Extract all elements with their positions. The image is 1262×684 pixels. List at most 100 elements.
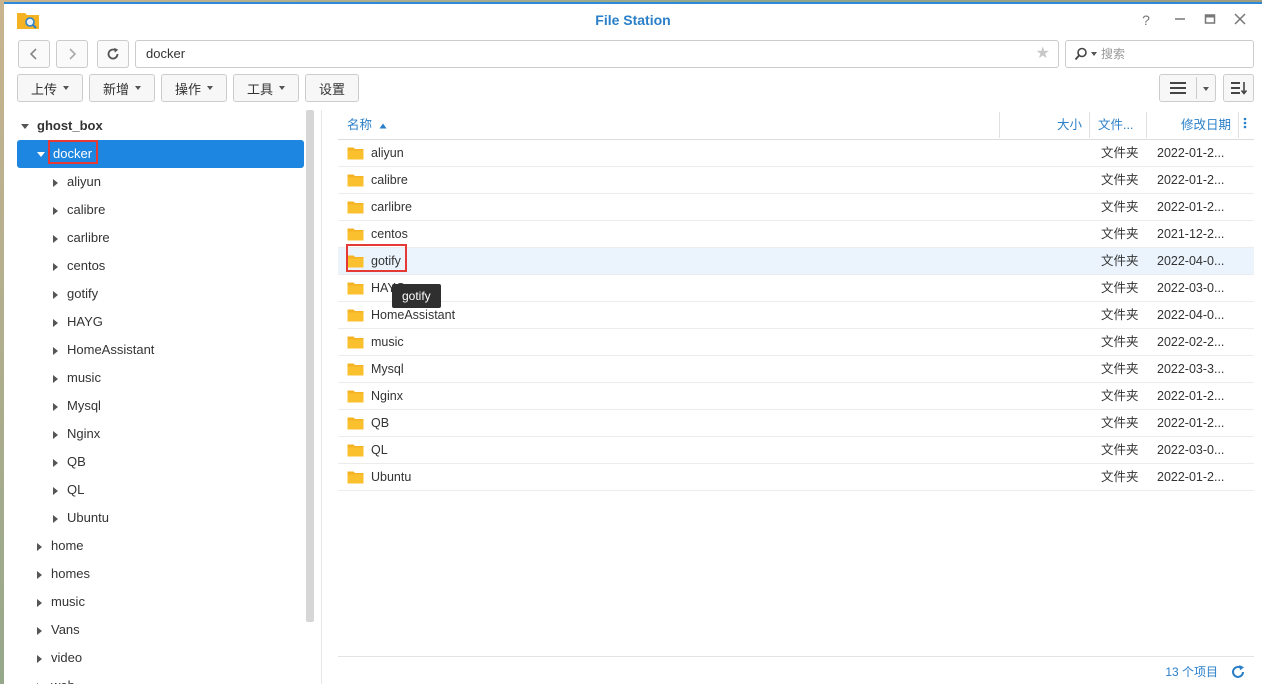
file-modified: 2022-01-2... <box>1157 470 1225 484</box>
file-row-music[interactable]: music 文件夹 2022-02-2... <box>338 329 1254 356</box>
tree-item-video[interactable]: video <box>37 644 82 672</box>
caret-collapsed-icon <box>53 262 58 271</box>
folder-icon <box>347 174 364 187</box>
tree-item-qb[interactable]: QB <box>53 448 86 476</box>
sort-button[interactable] <box>1223 74 1254 102</box>
file-modified: 2022-03-0... <box>1157 281 1225 295</box>
file-row-carlibre[interactable]: carlibre 文件夹 2022-01-2... <box>338 194 1254 221</box>
file-row-homeassistant[interactable]: HomeAssistant 文件夹 2022-04-0... <box>338 302 1254 329</box>
column-header-name[interactable]: 名称 <box>347 110 387 140</box>
caret-down-icon <box>135 86 141 90</box>
tree-item-centos[interactable]: centos <box>53 252 105 280</box>
tree-item-homeassistant[interactable]: HomeAssistant <box>53 336 154 364</box>
create-button[interactable]: 新增 <box>89 74 155 102</box>
sidebar-scrollbar[interactable] <box>306 110 314 622</box>
star-icon[interactable]: ★ <box>1036 41 1050 67</box>
file-modified: 2022-03-3... <box>1157 362 1225 376</box>
maximize-icon[interactable] <box>1200 10 1220 30</box>
tree-item-ql[interactable]: QL <box>53 476 84 504</box>
file-row-ubuntu[interactable]: Ubuntu 文件夹 2022-01-2... <box>338 464 1254 491</box>
caret-collapsed-icon <box>53 458 58 467</box>
file-row-hayg[interactable]: HAYG 文件夹 2022-03-0... <box>338 275 1254 302</box>
refresh-list-icon[interactable] <box>1230 664 1246 680</box>
search-options-caret-icon[interactable] <box>1091 52 1097 56</box>
action-button[interactable]: 操作 <box>161 74 227 102</box>
file-row-centos[interactable]: centos 文件夹 2021-12-2... <box>338 221 1254 248</box>
file-row-qb[interactable]: QB 文件夹 2022-01-2... <box>338 410 1254 437</box>
settings-button[interactable]: 设置 <box>305 74 359 102</box>
folder-icon <box>347 417 364 430</box>
file-type: 文件夹 <box>1101 308 1139 322</box>
file-type: 文件夹 <box>1101 281 1139 295</box>
highlight-box-gotify <box>346 244 407 272</box>
file-row-calibre[interactable]: calibre 文件夹 2022-01-2... <box>338 167 1254 194</box>
tree-item-web[interactable]: web <box>37 672 75 684</box>
tree-item-mysql[interactable]: Mysql <box>53 392 101 420</box>
tree-item-vans[interactable]: Vans <box>37 616 80 644</box>
file-row-aliyun[interactable]: aliyun 文件夹 2022-01-2... <box>338 140 1254 167</box>
tree-item-label: QB <box>67 454 86 469</box>
tree-item-label: web <box>51 678 75 684</box>
column-header-size[interactable]: 大小 <box>1000 110 1082 140</box>
view-options-caret-icon[interactable] <box>1203 87 1209 91</box>
upload-button[interactable]: 上传 <box>17 74 83 102</box>
caret-collapsed-icon <box>37 542 42 551</box>
search-icon <box>1074 47 1087 61</box>
file-station-window: File Station ? docker ★ 搜索 上传 新增 操作 工具 设… <box>4 2 1262 684</box>
folder-icon <box>347 309 364 322</box>
file-modified: 2022-04-0... <box>1157 308 1225 322</box>
sort-icon <box>1230 82 1247 95</box>
tree-item-music[interactable]: music <box>53 364 101 392</box>
tree-item-hayg[interactable]: HAYG <box>53 308 103 336</box>
file-name: Ubuntu <box>371 470 412 484</box>
file-row-ql[interactable]: QL 文件夹 2022-03-0... <box>338 437 1254 464</box>
tree-item-aliyun[interactable]: aliyun <box>53 168 101 196</box>
file-row-nginx[interactable]: Nginx 文件夹 2022-01-2... <box>338 383 1254 410</box>
tree-item-homes[interactable]: homes <box>37 560 90 588</box>
refresh-button[interactable] <box>97 40 129 68</box>
chevron-right-icon <box>69 48 77 60</box>
tree-item-label: Ubuntu <box>67 510 109 525</box>
folder-icon <box>347 201 364 214</box>
tree-root-ghost-box[interactable]: ghost_box <box>21 112 103 140</box>
close-icon[interactable] <box>1230 10 1250 30</box>
tree-item-home[interactable]: home <box>37 532 84 560</box>
column-header-type[interactable]: 文件... <box>1098 110 1133 140</box>
size-header-label: 大小 <box>1056 118 1082 132</box>
tree-item-label: calibre <box>67 202 106 217</box>
tree-item-calibre[interactable]: calibre <box>53 196 105 224</box>
tree-item-carlibre[interactable]: carlibre <box>53 224 110 252</box>
search-input[interactable] <box>1101 47 1241 61</box>
folder-icon <box>347 228 364 241</box>
folder-tree: ghost_box docker aliyun calibre carlibre cent… <box>4 110 316 684</box>
tree-item-music[interactable]: music <box>37 588 85 616</box>
file-type: 文件夹 <box>1101 389 1139 403</box>
tree-item-ubuntu[interactable]: Ubuntu <box>53 504 109 532</box>
tree-item-label: QL <box>67 482 85 497</box>
caret-down-icon <box>279 86 285 90</box>
tools-button[interactable]: 工具 <box>233 74 299 102</box>
file-row-gotify[interactable]: gotify 文件夹 2022-04-0... <box>338 248 1254 275</box>
tree-item-nginx[interactable]: Nginx <box>53 420 100 448</box>
back-button[interactable] <box>18 40 50 68</box>
column-header-modified[interactable]: 修改日期 <box>1147 110 1231 140</box>
tree-item-label: Nginx <box>67 426 101 441</box>
caret-collapsed-icon <box>37 598 42 607</box>
file-modified: 2022-01-2... <box>1157 389 1225 403</box>
file-type: 文件夹 <box>1101 443 1139 457</box>
forward-button[interactable] <box>56 40 88 68</box>
search-box[interactable] <box>1065 40 1254 68</box>
view-mode-button[interactable] <box>1159 74 1216 102</box>
help-icon[interactable]: ? <box>1136 10 1156 30</box>
pane-divider[interactable] <box>321 110 322 684</box>
file-modified: 2022-02-2... <box>1157 335 1225 349</box>
folder-icon <box>347 147 364 160</box>
tree-item-gotify[interactable]: gotify <box>53 280 98 308</box>
folder-icon <box>347 363 364 376</box>
file-row-mysql[interactable]: Mysql 文件夹 2022-03-3... <box>338 356 1254 383</box>
column-options-icon[interactable] <box>1243 110 1247 140</box>
minimize-icon[interactable] <box>1170 10 1190 30</box>
caret-collapsed-icon <box>53 290 58 299</box>
path-bar[interactable]: docker ★ <box>135 40 1059 68</box>
chevron-left-icon <box>29 48 37 60</box>
